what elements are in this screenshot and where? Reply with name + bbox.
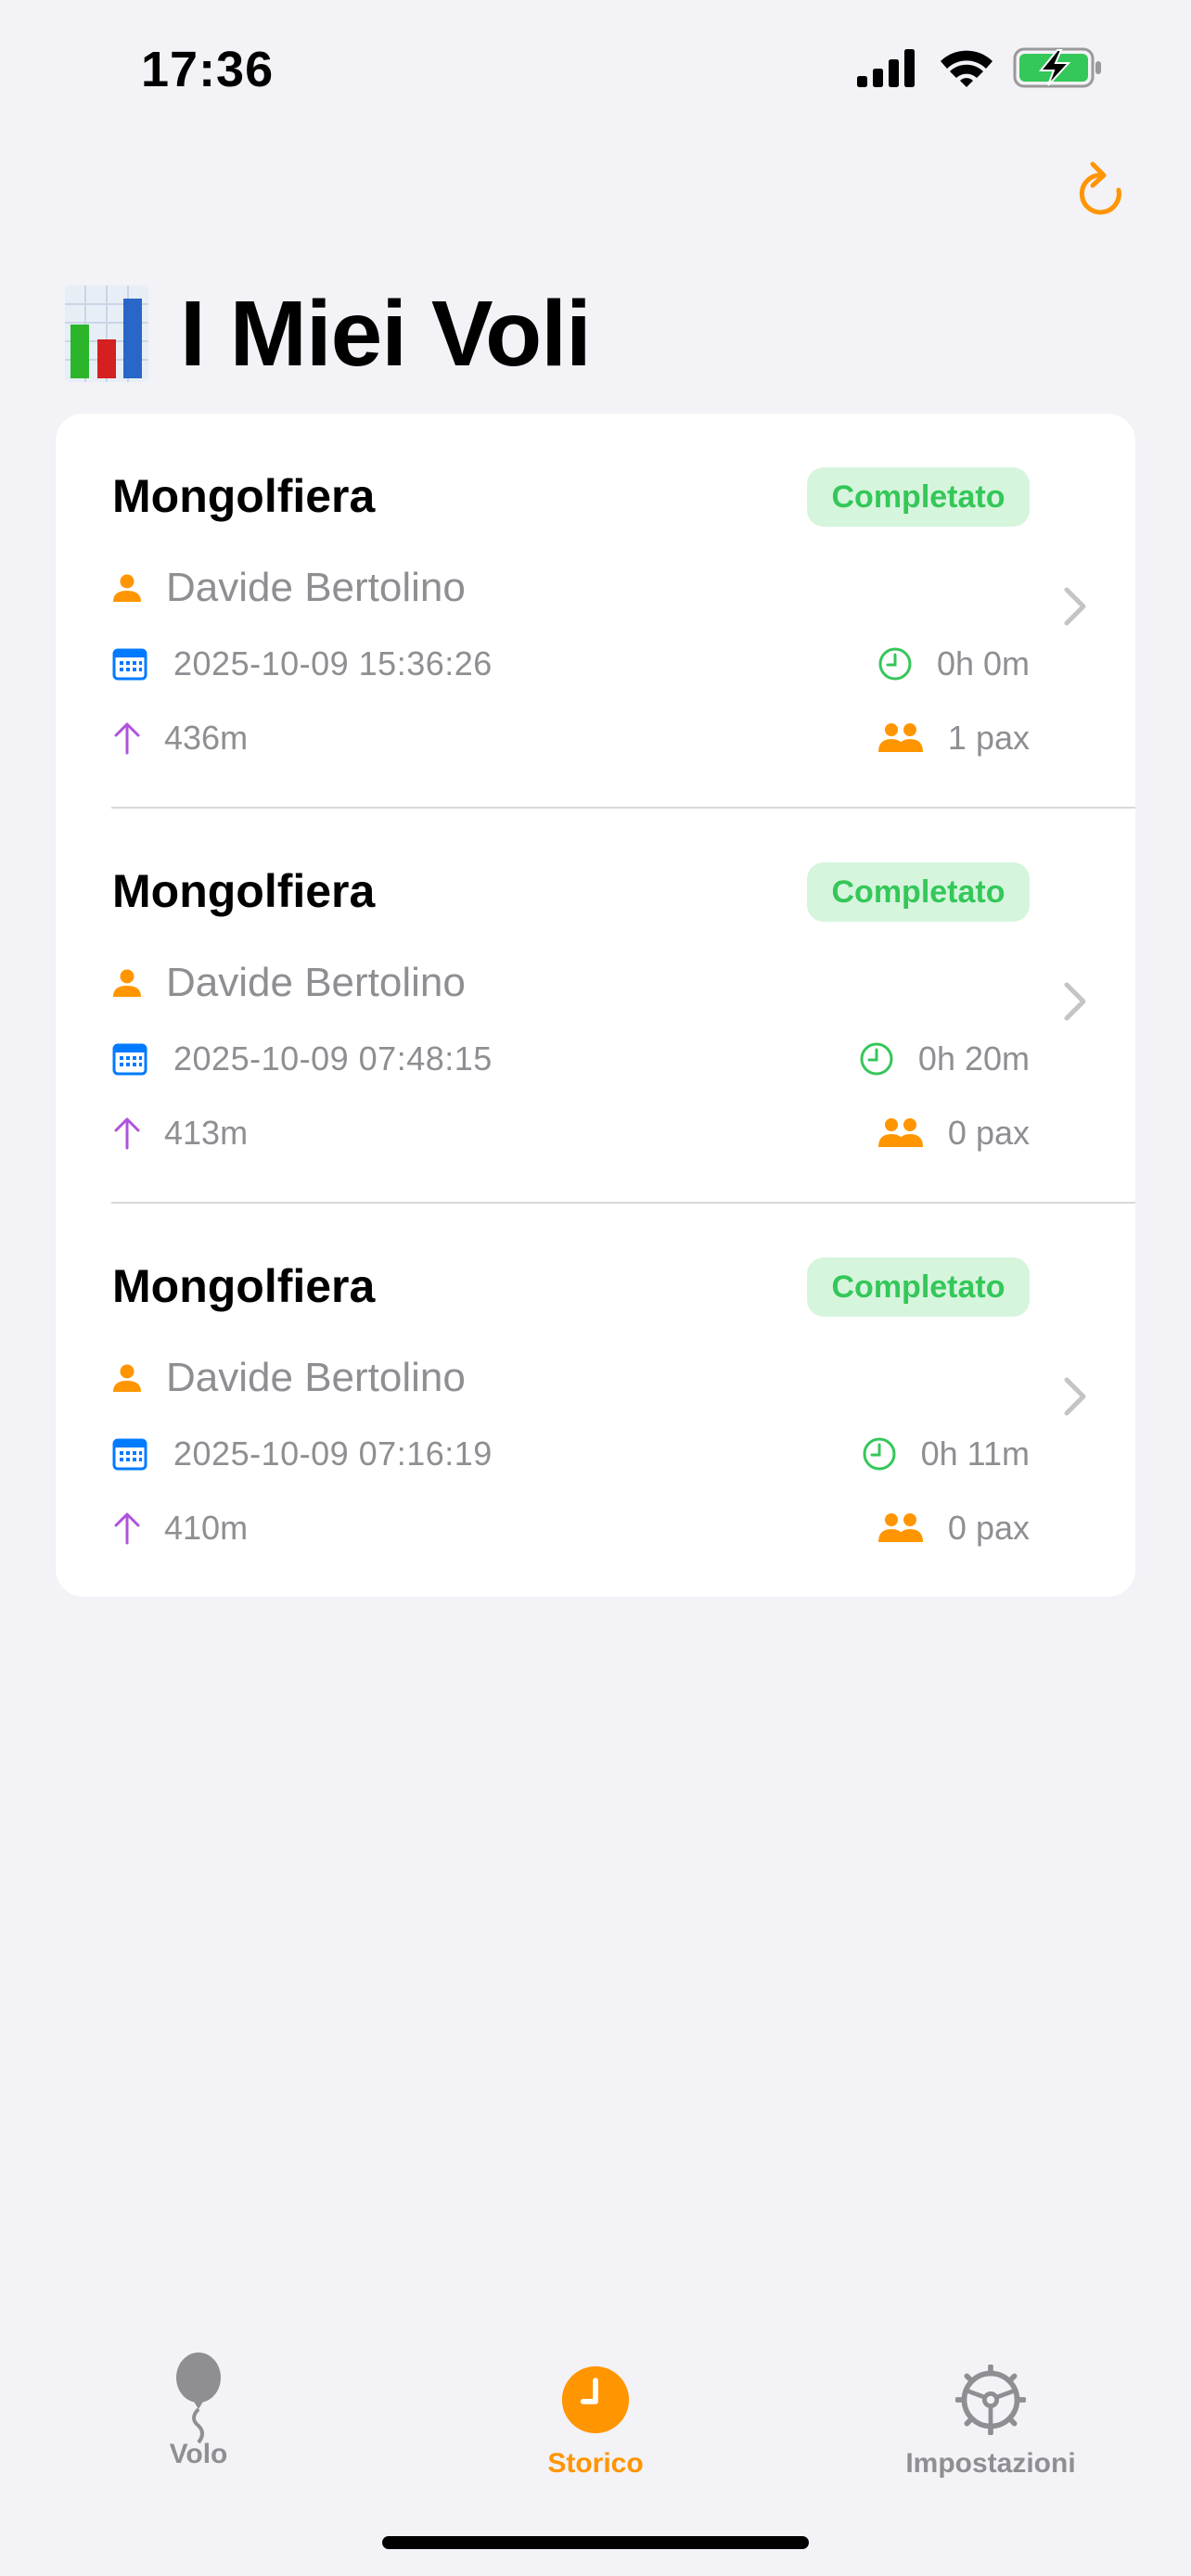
wifi-icon [941,50,992,87]
flight-row[interactable]: Mongolfiera Completato Davide Bertolino … [56,809,1135,1204]
pilot-info: Davide Bertolino [112,560,466,616]
arrow-up-icon [114,1512,140,1545]
flight-pax: 0 pax [877,1110,1030,1156]
balloon-icon [176,2353,221,2444]
tab-bar: Volo Storico Impostazioni [0,2318,1191,2504]
pax-text: 1 pax [947,719,1030,757]
altitude-text: 413m [164,1114,249,1152]
people-icon [877,1118,923,1147]
flight-datetime: 2025-10-09 07:48:15 [112,1036,493,1082]
arrow-up-icon [114,1117,140,1150]
tab-volo[interactable]: Volo [59,2352,338,2470]
clock-icon [860,1042,893,1076]
page-title-text: I Miei Voli [180,281,592,386]
person-icon [113,574,141,602]
flight-duration: 0h 11m [862,1431,1030,1477]
tab-label: Volo [169,2439,228,2469]
chevron-right-icon [1064,1377,1086,1416]
people-icon [877,723,923,752]
altitude-text: 436m [164,719,249,757]
datetime-text: 2025-10-09 15:36:26 [173,644,493,682]
status-badge: Completato [807,467,1030,527]
flight-altitude: 410m [112,1505,248,1551]
flight-altitude: 413m [112,1110,248,1156]
pilot-name: Davide Bertolino [166,960,466,1005]
flight-datetime: 2025-10-09 07:16:19 [112,1431,493,1477]
flight-row[interactable]: Mongolfiera Completato Davide Bertolino … [56,414,1135,809]
clock-icon [863,1437,896,1471]
chevron-right-icon [1064,587,1086,626]
cellular-signal-icon [857,49,915,87]
calendar-icon [112,648,147,681]
clock-icon [561,2366,630,2434]
pilot-info: Davide Bertolino [112,1350,466,1406]
flight-row[interactable]: Mongolfiera Completato Davide Bertolino … [56,1204,1135,1597]
people-icon [877,1513,923,1542]
tab-impostazioni[interactable]: Impostazioni [852,2352,1130,2480]
pilot-name: Davide Bertolino [166,565,466,610]
status-bar: 17:36 [0,0,1191,139]
flight-type: Mongolfiera [112,470,376,522]
tab-label: Storico [547,2448,644,2479]
steering-wheel-icon [955,2365,1026,2435]
pax-text: 0 pax [947,1114,1030,1152]
person-icon [113,969,141,997]
calendar-icon [112,1438,147,1471]
flight-type: Mongolfiera [112,865,376,917]
altitude-text: 410m [164,1509,249,1547]
bar-chart-emoji-icon [65,286,148,382]
clock-icon [878,647,912,681]
home-indicator [382,2536,809,2549]
flight-datetime: 2025-10-09 15:36:26 [112,641,493,687]
refresh-button[interactable] [1069,158,1135,228]
pax-text: 0 pax [947,1509,1030,1547]
tab-label: Impostazioni [905,2448,1076,2479]
arrow-up-icon [114,722,140,755]
flight-altitude: 436m [112,715,248,761]
flight-duration: 0h 0m [877,641,1030,687]
datetime-text: 2025-10-09 07:16:19 [173,1435,493,1473]
flight-list: Mongolfiera Completato Davide Bertolino … [56,414,1135,1597]
person-icon [113,1364,141,1392]
status-badge: Completato [807,1257,1030,1317]
battery-charging-icon [1013,47,1101,88]
page-title: I Miei Voli [65,278,592,389]
flight-pax: 1 pax [877,715,1030,761]
status-time: 17:36 [141,42,275,97]
pilot-info: Davide Bertolino [112,955,466,1011]
pilot-name: Davide Bertolino [166,1355,466,1400]
status-badge: Completato [807,862,1030,922]
calendar-icon [112,1043,147,1076]
refresh-icon [1079,161,1121,215]
flight-type: Mongolfiera [112,1260,376,1312]
duration-text: 0h 11m [920,1435,1030,1473]
tab-storico[interactable]: Storico [456,2352,735,2480]
duration-text: 0h 20m [917,1039,1030,1078]
chevron-right-icon [1064,982,1086,1021]
datetime-text: 2025-10-09 07:48:15 [173,1039,493,1078]
flight-pax: 0 pax [877,1505,1030,1551]
duration-text: 0h 0m [936,644,1030,682]
flight-duration: 0h 20m [859,1036,1030,1082]
